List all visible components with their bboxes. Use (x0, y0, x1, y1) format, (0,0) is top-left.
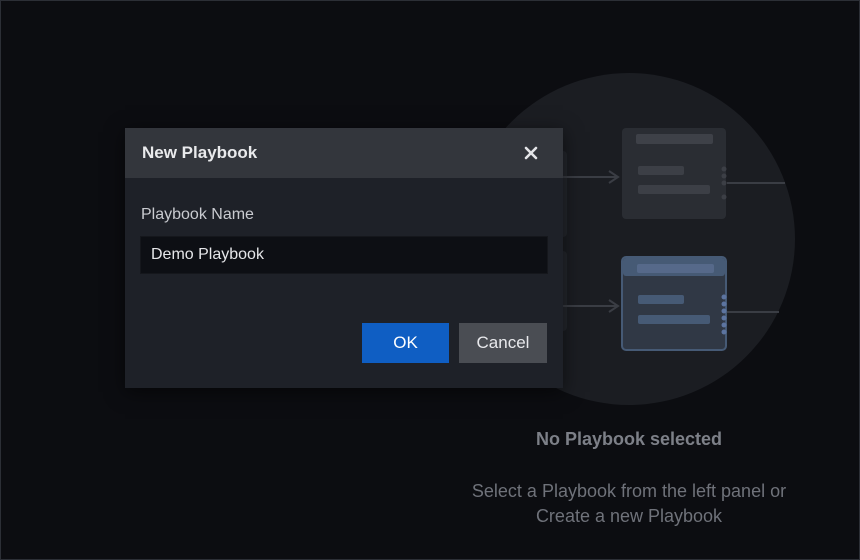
app-frame: No Playbook selected Select a Playbook f… (0, 0, 860, 560)
playbook-name-input[interactable] (140, 236, 548, 274)
new-playbook-dialog: New Playbook Playbook Name OK Cancel (125, 128, 563, 388)
cancel-button[interactable]: Cancel (459, 323, 547, 363)
empty-state-subtitle-line2: Create a new Playbook (535, 506, 723, 526)
dialog-header: New Playbook (125, 128, 563, 178)
empty-state-title: No Playbook selected (535, 429, 723, 449)
close-button[interactable] (519, 141, 543, 165)
dialog-title: New Playbook (142, 143, 258, 162)
playbook-name-label: Playbook Name (141, 206, 254, 223)
empty-state-subtitle: Select a Playbook from the left panel or… (429, 479, 829, 529)
empty-state-subtitle-line1: Select a Playbook from the left panel or (471, 481, 787, 501)
close-icon (524, 146, 538, 160)
ok-button[interactable]: OK (362, 323, 449, 363)
